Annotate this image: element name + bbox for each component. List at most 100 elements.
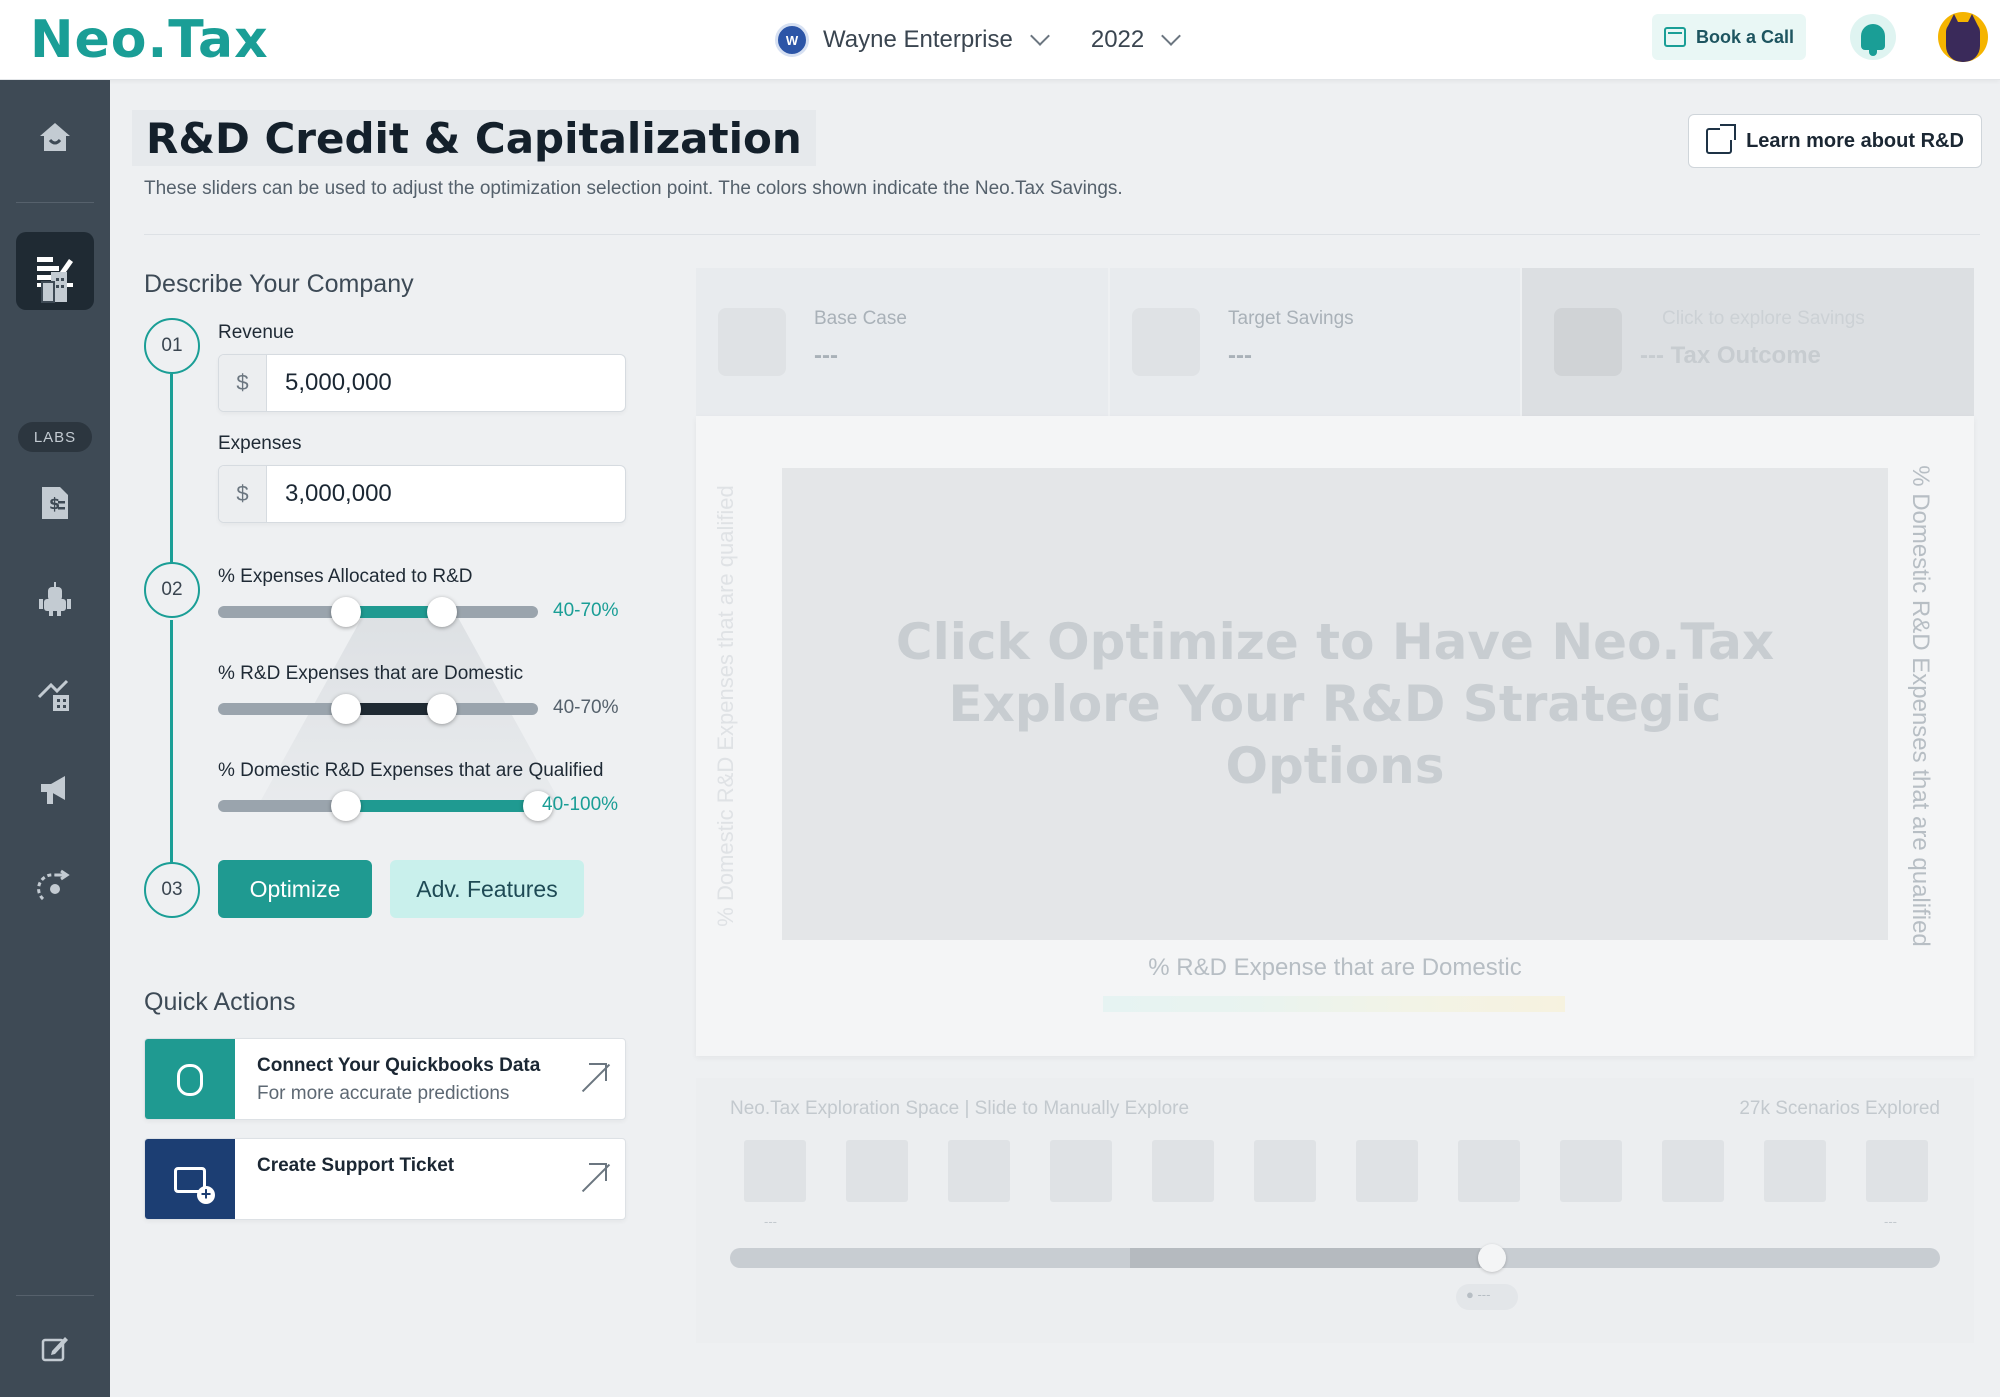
stat-label: Click to explore Savings (1662, 308, 1865, 329)
book-call-label: Book a Call (1695, 26, 1795, 47)
scenarios-count: 27k Scenarios Explored (1739, 1098, 1940, 1119)
robot-icon[interactable] (30, 574, 80, 624)
expenses-input[interactable]: 3,000,000 (267, 466, 625, 522)
year-selector[interactable]: 2022 (1091, 26, 1144, 54)
scenario-tile[interactable] (948, 1140, 1010, 1202)
chevron-down-icon (1029, 26, 1050, 46)
outcome-icon (1554, 308, 1622, 376)
learn-more-button[interactable]: Learn more about R&D (1688, 114, 1982, 168)
slider-thumb-low[interactable] (331, 597, 361, 627)
external-link-icon (1706, 124, 1737, 154)
expenses-field[interactable]: $ 3,000,000 (218, 465, 626, 523)
scenario-tile[interactable] (1050, 1140, 1112, 1202)
create-support-ticket-card[interactable]: Create Support Ticket (144, 1138, 626, 1220)
scenario-tile[interactable] (1152, 1140, 1214, 1202)
company-badge-icon: W (775, 23, 809, 57)
base-case-stat: Base Case --- (696, 268, 1108, 416)
y-axis-label-left: % Domestic R&D Expenses that are qualifi… (713, 485, 738, 927)
logo[interactable]: Neo.Tax (30, 10, 269, 70)
scenario-tile[interactable] (744, 1140, 806, 1202)
results-panel: Base Case --- Target Savings --- Click t… (696, 268, 1974, 1343)
scenario-tile[interactable] (1764, 1140, 1826, 1202)
scenario-tile[interactable] (1866, 1140, 1928, 1202)
avatar-image (1946, 14, 1980, 62)
stats-row: Base Case --- Target Savings --- Click t… (696, 268, 1974, 416)
ticket-add-icon (145, 1139, 235, 1219)
header-divider (144, 234, 1980, 235)
document-dollar-icon[interactable]: $ (30, 478, 80, 528)
slider-label-domestic: % R&D Expenses that are Domestic (218, 663, 524, 684)
building-icon[interactable] (30, 262, 80, 312)
qa-subtitle: For more accurate predictions (257, 1083, 510, 1104)
rd-allocation-slider[interactable] (218, 597, 538, 627)
slider-thumb-low[interactable] (331, 791, 361, 821)
chart-placeholder-message: Click Optimize to Have Neo.Tax Explore Y… (835, 611, 1835, 797)
stat-label: Base Case (814, 308, 907, 329)
process-icon[interactable] (30, 862, 80, 912)
quick-actions-heading: Quick Actions (144, 988, 296, 1016)
scenario-tile[interactable] (1254, 1140, 1316, 1202)
qualified-slider[interactable] (218, 791, 553, 821)
scenario-tile[interactable] (1356, 1140, 1418, 1202)
company-selector[interactable]: W Wayne Enterprise 2022 (775, 18, 1182, 62)
learn-more-label: Learn more about R&D (1746, 129, 1964, 152)
page-subtitle: These sliders can be used to adjust the … (144, 178, 1123, 199)
slider-fill (346, 800, 538, 812)
scenario-tile[interactable] (846, 1140, 908, 1202)
chart-plot-area: Click Optimize to Have Neo.Tax Explore Y… (782, 468, 1888, 940)
x-axis-label: % R&D Expense that are Domestic (1148, 954, 1522, 981)
step-03: 03 (144, 862, 200, 918)
optimization-chart: % Domestic R&D Expenses that are qualifi… (696, 416, 1974, 1056)
exploration-slider-track[interactable] (730, 1248, 1940, 1268)
connect-quickbooks-card[interactable]: Connect Your Quickbooks Data For more ac… (144, 1038, 626, 1120)
user-icon (718, 308, 786, 376)
revenue-field[interactable]: $ 5,000,000 (218, 354, 626, 412)
calendar-icon (1663, 27, 1686, 47)
labs-badge: LABS (18, 422, 92, 452)
y-axis-label-right: % Domestic R&D Expenses that are qualifi… (1907, 465, 1934, 947)
exploration-header: Neo.Tax Exploration Space | Slide to Man… (730, 1098, 1190, 1119)
domestic-slider[interactable] (218, 694, 538, 724)
book-call-button[interactable]: Book a Call (1652, 14, 1806, 60)
link-icon (145, 1039, 235, 1119)
exploration-slider-thumb[interactable] (1478, 1244, 1506, 1272)
slider-value-domestic: 40-70% (553, 697, 619, 718)
slider-thumb-high[interactable] (427, 597, 457, 627)
describe-company-heading: Describe Your Company (144, 270, 414, 298)
arrow-right-icon (1132, 308, 1200, 376)
pager-text: ● --- (1466, 1287, 1491, 1302)
notifications-button[interactable] (1850, 14, 1896, 60)
edit-icon[interactable] (30, 1323, 80, 1373)
step-connector (170, 620, 173, 864)
avatar[interactable] (1938, 12, 1988, 62)
revenue-input[interactable]: 5,000,000 (267, 355, 625, 411)
slider-thumb-low[interactable] (331, 694, 361, 724)
sidebar: LABS $ (0, 80, 110, 1397)
tile-label-last: --- (1884, 1214, 1897, 1229)
pager-indicator[interactable]: ● --- (1456, 1284, 1518, 1310)
chevron-down-icon (1161, 26, 1182, 46)
sidebar-divider (16, 1295, 94, 1296)
adv-features-button[interactable]: Adv. Features (390, 860, 584, 918)
step-01: 01 (144, 318, 200, 374)
stat-value: --- (1228, 342, 1252, 369)
revenue-label: Revenue (218, 322, 295, 343)
home-icon[interactable] (30, 112, 80, 162)
growth-building-icon[interactable] (30, 670, 80, 720)
tax-outcome-stat[interactable]: Click to explore Savings --- Tax Outcome (1522, 268, 1974, 416)
slider-thumb-high[interactable] (427, 694, 457, 724)
scenario-tile[interactable] (1662, 1140, 1724, 1202)
step-02: 02 (144, 562, 200, 618)
exploration-space: Neo.Tax Exploration Space | Slide to Man… (696, 1078, 1974, 1343)
slider-value-qualified: 40-100% (542, 794, 619, 815)
exploration-range (1130, 1248, 1480, 1268)
target-savings-stat: Target Savings --- (1110, 268, 1520, 416)
scenario-tile[interactable] (1458, 1140, 1520, 1202)
stat-value: --- (814, 342, 838, 369)
megaphone-icon[interactable] (30, 766, 80, 816)
top-bar: Neo.Tax W Wayne Enterprise 2022 Book a C… (0, 0, 2000, 80)
optimize-button[interactable]: Optimize (218, 860, 372, 918)
scenario-tile[interactable] (1560, 1140, 1622, 1202)
chart-message-line2: Explore Your R&D Strategic Options (948, 675, 1722, 795)
page-title: R&D Credit & Capitalization (132, 110, 816, 166)
